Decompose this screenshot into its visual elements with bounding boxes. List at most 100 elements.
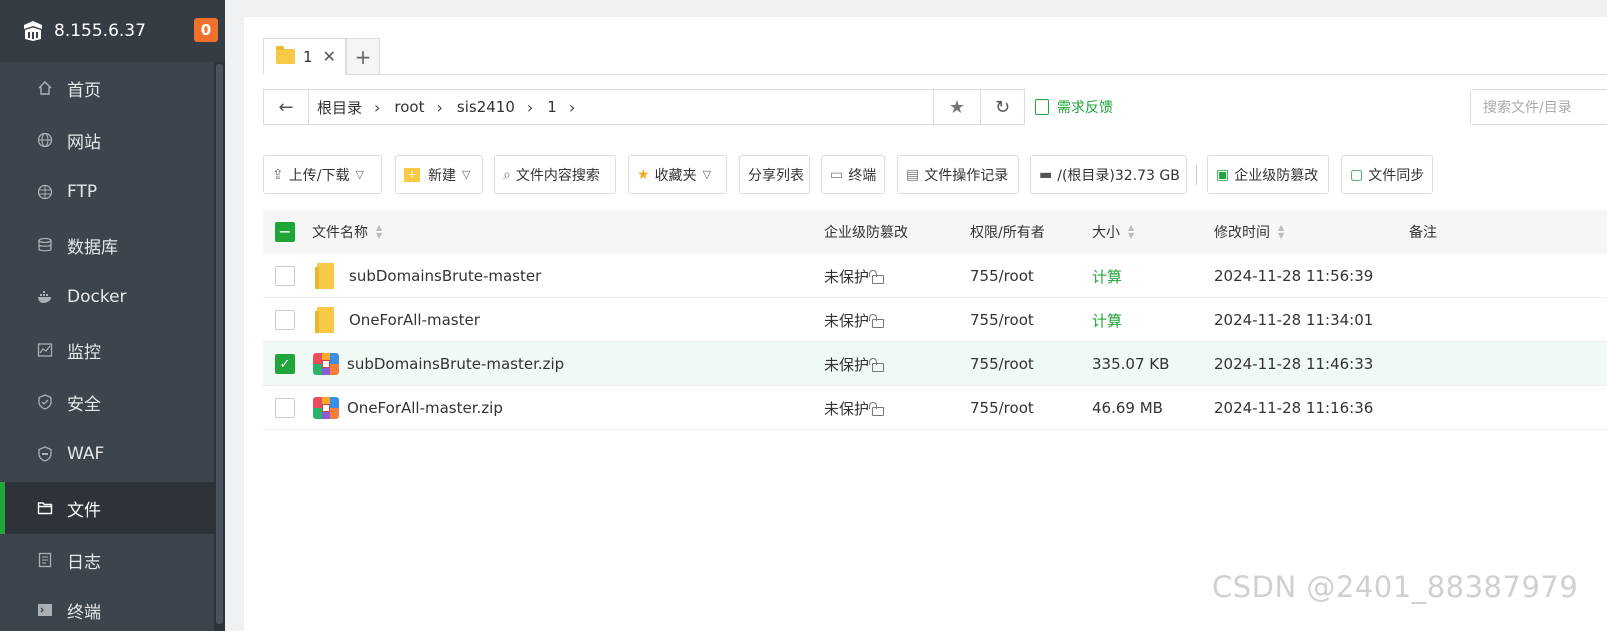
permission-value[interactable]: 755/root: [970, 267, 1034, 285]
breadcrumb-item[interactable]: 根目录: [317, 97, 362, 118]
sidebar-item-docker[interactable]: Docker: [0, 271, 214, 323]
sidebar-item-security[interactable]: 安全: [0, 376, 214, 428]
size-cell[interactable]: 计算: [1092, 254, 1122, 298]
row-checkbox-checked[interactable]: ✓: [275, 354, 295, 374]
unlock-icon[interactable]: [869, 269, 885, 284]
perm-cell[interactable]: 755/root: [970, 342, 1034, 386]
file-sync-button[interactable]: ▢ 文件同步: [1341, 155, 1433, 194]
button-label: 文件内容搜索: [515, 167, 600, 184]
sidebar-item-home[interactable]: 首页: [0, 62, 214, 114]
add-tab-button[interactable]: +: [346, 38, 380, 75]
search-input[interactable]: 搜索文件/目录: [1470, 89, 1607, 125]
tamper-status: 未保护: [824, 355, 870, 374]
chevron-right-icon[interactable]: ›: [527, 98, 533, 117]
breadcrumb-item[interactable]: root: [394, 98, 424, 116]
perm-cell[interactable]: 755/root: [970, 298, 1034, 342]
file-manager-panel: 1 ✕ + ← 根目录 › root › sis2410 › 1 › ★ ↻ 需…: [244, 17, 1607, 631]
modified-time: 2024-11-28 11:46:33: [1214, 355, 1374, 373]
content-search-button[interactable]: ⌕ 文件内容搜索: [494, 155, 616, 194]
row-select-cell: [275, 386, 295, 430]
size-cell[interactable]: 计算: [1092, 298, 1122, 342]
sidebar-item-logs[interactable]: 日志: [0, 534, 214, 586]
disk-usage-button[interactable]: ▬ /(根目录)32.73 GB: [1030, 155, 1187, 194]
sidebar-item-monitor[interactable]: 监控: [0, 324, 214, 376]
sidebar-item-website[interactable]: 网站: [0, 114, 214, 166]
perm-cell[interactable]: 755/root: [970, 386, 1034, 430]
favorites-button[interactable]: ★ 收藏夹 ▽: [628, 155, 727, 194]
operation-log-button[interactable]: ▤ 文件操作记录: [897, 155, 1019, 194]
share-list-button[interactable]: 分享列表: [739, 155, 810, 194]
name-cell[interactable]: subDomainsBrute-master: [315, 254, 541, 298]
favorite-button[interactable]: ★: [933, 90, 980, 124]
folder-icon: [315, 307, 334, 333]
breadcrumb-item[interactable]: sis2410: [457, 98, 515, 116]
waf-icon: [37, 446, 53, 462]
tamper-cell: 未保护: [824, 298, 885, 342]
row-checkbox[interactable]: [275, 398, 295, 418]
sidebar-item-label: Docker: [67, 287, 127, 307]
calculate-size-link[interactable]: 计算: [1092, 266, 1122, 287]
file-name[interactable]: subDomainsBrute-master: [349, 267, 541, 285]
sort-icon[interactable]: ▲ ▼: [1128, 224, 1134, 240]
sort-icon[interactable]: ▲ ▼: [376, 224, 382, 240]
name-cell[interactable]: subDomainsBrute-master.zip: [313, 342, 564, 386]
header-size[interactable]: 大小 ▲ ▼: [1092, 210, 1134, 254]
row-checkbox[interactable]: [275, 266, 295, 286]
upload-download-button[interactable]: ⇪ 上传/下载 ▽: [263, 155, 382, 194]
table-row[interactable]: OneForAll-master 未保护 755/root 计算 2024-11…: [263, 298, 1607, 342]
tamper-status: 未保护: [824, 311, 870, 330]
unlock-icon[interactable]: [869, 313, 885, 328]
header-mtime[interactable]: 修改时间 ▲ ▼: [1214, 210, 1284, 254]
header-name[interactable]: 文件名称 ▲ ▼: [312, 210, 382, 254]
chevron-right-icon[interactable]: ›: [374, 98, 380, 117]
chevron-right-icon[interactable]: ›: [437, 98, 443, 117]
tab-directory[interactable]: 1 ✕: [263, 38, 346, 75]
scrollbar-thumb[interactable]: [216, 64, 223, 624]
file-name[interactable]: OneForAll-master: [349, 311, 480, 329]
file-size: 335.07 KB: [1092, 355, 1170, 373]
log-icon: ▤: [906, 166, 920, 183]
create-button[interactable]: + 新建 ▽: [395, 155, 483, 194]
file-name[interactable]: subDomainsBrute-master.zip: [347, 355, 564, 373]
close-icon[interactable]: ✕: [323, 47, 336, 66]
terminal-button[interactable]: ▭ 终端: [821, 155, 885, 194]
refresh-button[interactable]: ↻: [980, 90, 1024, 124]
sidebar-item-files[interactable]: 文件: [0, 482, 214, 534]
sort-icon[interactable]: ▲ ▼: [1278, 224, 1284, 240]
ftp-icon: [37, 184, 53, 200]
docker-icon: [37, 289, 53, 305]
table-row[interactable]: subDomainsBrute-master 未保护 755/root 计算 2…: [263, 254, 1607, 298]
chevron-right-icon[interactable]: ›: [569, 98, 575, 117]
select-all-checkbox[interactable]: −: [275, 222, 295, 242]
button-label: 新建: [428, 167, 456, 184]
sidebar-item-label: WAF: [67, 444, 105, 464]
sidebar-item-waf[interactable]: WAF: [0, 428, 214, 480]
name-cell[interactable]: OneForAll-master.zip: [313, 386, 503, 430]
permission-value[interactable]: 755/root: [970, 355, 1034, 373]
calculate-size-link[interactable]: 计算: [1092, 310, 1122, 331]
button-label: 终端: [848, 167, 877, 184]
file-name[interactable]: OneForAll-master.zip: [347, 399, 503, 417]
sidebar-item-ftp[interactable]: FTP: [0, 166, 214, 218]
feedback-link[interactable]: 需求反馈: [1035, 97, 1113, 117]
permission-value[interactable]: 755/root: [970, 311, 1034, 329]
mtime-cell: 2024-11-28 11:46:33: [1214, 342, 1373, 386]
breadcrumb-item[interactable]: 1: [547, 98, 557, 116]
select-all-cell: −: [275, 210, 295, 254]
name-cell[interactable]: OneForAll-master: [315, 298, 480, 342]
row-checkbox[interactable]: [275, 310, 295, 330]
unlock-icon[interactable]: [869, 401, 885, 416]
table-row-selected[interactable]: ✓ subDomainsBrute-master.zip 未保护 755/roo…: [263, 342, 1607, 386]
sidebar-item-label: 终端: [67, 602, 101, 623]
notification-badge[interactable]: 0: [194, 18, 218, 42]
unlock-icon[interactable]: [869, 357, 885, 372]
permission-value[interactable]: 755/root: [970, 399, 1034, 417]
sidebar-scrollbar[interactable]: [214, 62, 225, 631]
tamper-proof-button[interactable]: ▣ 企业级防篡改: [1207, 155, 1329, 194]
back-button[interactable]: ←: [264, 90, 309, 124]
table-row[interactable]: OneForAll-master.zip 未保护 755/root 46.69 …: [263, 386, 1607, 430]
perm-cell[interactable]: 755/root: [970, 254, 1034, 298]
sidebar-item-database[interactable]: 数据库: [0, 219, 214, 271]
table-header: − 文件名称 ▲ ▼ 企业级防篡改 权限/所有者 大小 ▲ ▼ 修改时间 ▲ ▼ 备注: [263, 210, 1607, 254]
sidebar-item-terminal[interactable]: 终端: [0, 584, 214, 631]
